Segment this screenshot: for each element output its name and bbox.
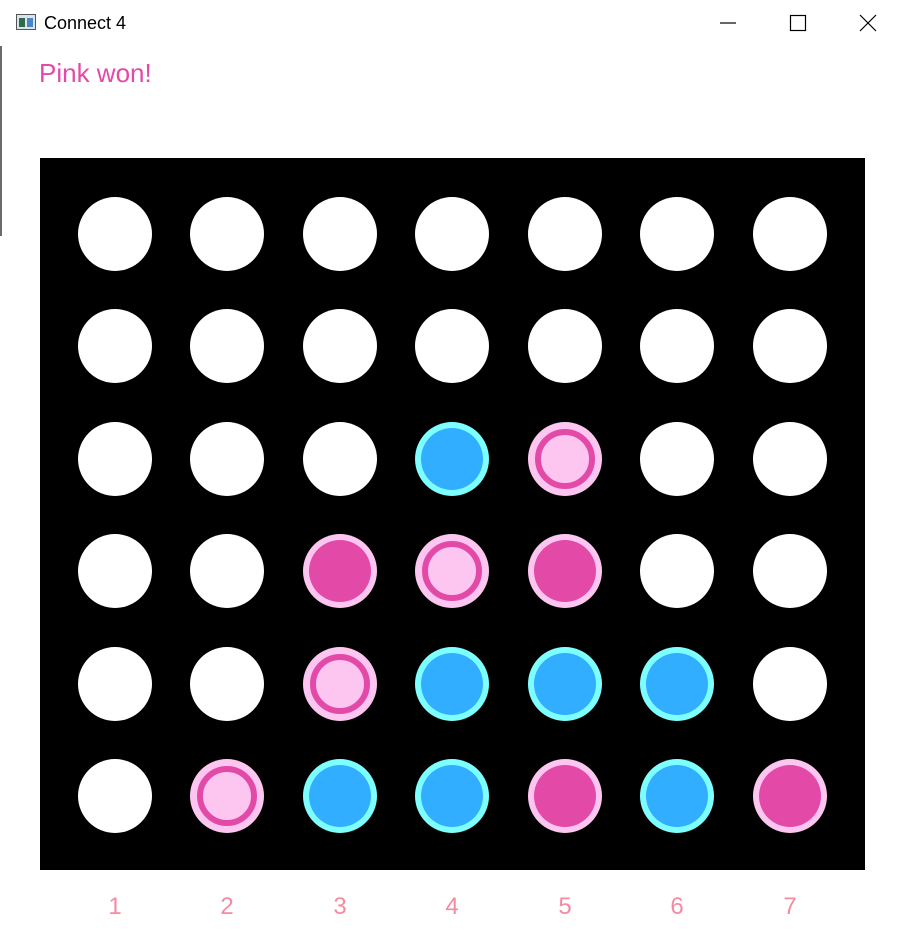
cell-r5-c2-empty[interactable] xyxy=(189,646,265,722)
cell-r4-c7-empty[interactable] xyxy=(752,533,828,609)
cell-r2-c2-empty[interactable] xyxy=(189,308,265,384)
column-label-5: 5 xyxy=(558,893,572,920)
title-bar: Connect 4 xyxy=(0,0,903,46)
cell-r2-c3-empty[interactable] xyxy=(302,308,378,384)
cell-r5-c4-blue[interactable] xyxy=(414,646,490,722)
column-label-3: 3 xyxy=(333,893,347,920)
cell-r2-c5-empty[interactable] xyxy=(527,308,603,384)
cell-r2-c7-empty[interactable] xyxy=(752,308,828,384)
cell-r5-c6-blue[interactable] xyxy=(639,646,715,722)
cell-r3-c1-empty[interactable] xyxy=(77,421,153,497)
cell-r4-c1-empty[interactable] xyxy=(77,533,153,609)
cell-r2-c6-empty[interactable] xyxy=(639,308,715,384)
cell-r4-c4-pink-win[interactable] xyxy=(414,533,490,609)
cell-r4-c2-empty[interactable] xyxy=(189,533,265,609)
cell-r5-c3-pink-win[interactable] xyxy=(302,646,378,722)
column-label-2: 2 xyxy=(220,893,234,920)
cell-r3-c2-empty[interactable] xyxy=(189,421,265,497)
maximize-button[interactable] xyxy=(763,0,833,46)
minimize-icon xyxy=(720,22,736,24)
window-title: Connect 4 xyxy=(44,13,127,33)
column-label-4: 4 xyxy=(445,893,459,920)
cell-r1-c4-empty[interactable] xyxy=(414,196,490,272)
cell-r4-c3-pink[interactable] xyxy=(302,533,378,609)
cell-r6-c2-pink-win[interactable] xyxy=(189,758,265,834)
cell-r3-c3-empty[interactable] xyxy=(302,421,378,497)
cell-r1-c7-empty[interactable] xyxy=(752,196,828,272)
cell-r3-c7-empty[interactable] xyxy=(752,421,828,497)
column-label-6: 6 xyxy=(670,893,684,920)
cell-r4-c6-empty[interactable] xyxy=(639,533,715,609)
cell-r6-c4-blue[interactable] xyxy=(414,758,490,834)
cell-r1-c2-empty[interactable] xyxy=(189,196,265,272)
window-edge xyxy=(0,46,2,236)
cell-r5-c7-empty[interactable] xyxy=(752,646,828,722)
close-icon xyxy=(859,14,877,32)
cell-r3-c4-blue[interactable] xyxy=(414,421,490,497)
column-label-7: 7 xyxy=(783,893,797,920)
cell-r1-c1-empty[interactable] xyxy=(77,196,153,272)
app-window-icon xyxy=(16,14,36,30)
game-status-text: Pink won! xyxy=(39,58,152,88)
cell-r6-c5-pink[interactable] xyxy=(527,758,603,834)
cell-r6-c3-blue[interactable] xyxy=(302,758,378,834)
cell-r1-c3-empty[interactable] xyxy=(302,196,378,272)
cell-r1-c5-empty[interactable] xyxy=(527,196,603,272)
game-board[interactable] xyxy=(40,158,865,870)
cell-r6-c1-empty[interactable] xyxy=(77,758,153,834)
cell-r6-c6-blue[interactable] xyxy=(639,758,715,834)
cell-r5-c5-blue[interactable] xyxy=(527,646,603,722)
cell-r4-c5-pink[interactable] xyxy=(527,533,603,609)
minimize-button[interactable] xyxy=(693,0,763,46)
cell-r6-c7-pink[interactable] xyxy=(752,758,828,834)
column-label-1: 1 xyxy=(108,893,122,920)
cell-r2-c1-empty[interactable] xyxy=(77,308,153,384)
cell-r3-c6-empty[interactable] xyxy=(639,421,715,497)
maximize-icon xyxy=(789,14,807,32)
cell-r1-c6-empty[interactable] xyxy=(639,196,715,272)
cell-r3-c5-pink-win[interactable] xyxy=(527,421,603,497)
cell-r5-c1-empty[interactable] xyxy=(77,646,153,722)
close-button[interactable] xyxy=(833,0,903,46)
cell-r2-c4-empty[interactable] xyxy=(414,308,490,384)
